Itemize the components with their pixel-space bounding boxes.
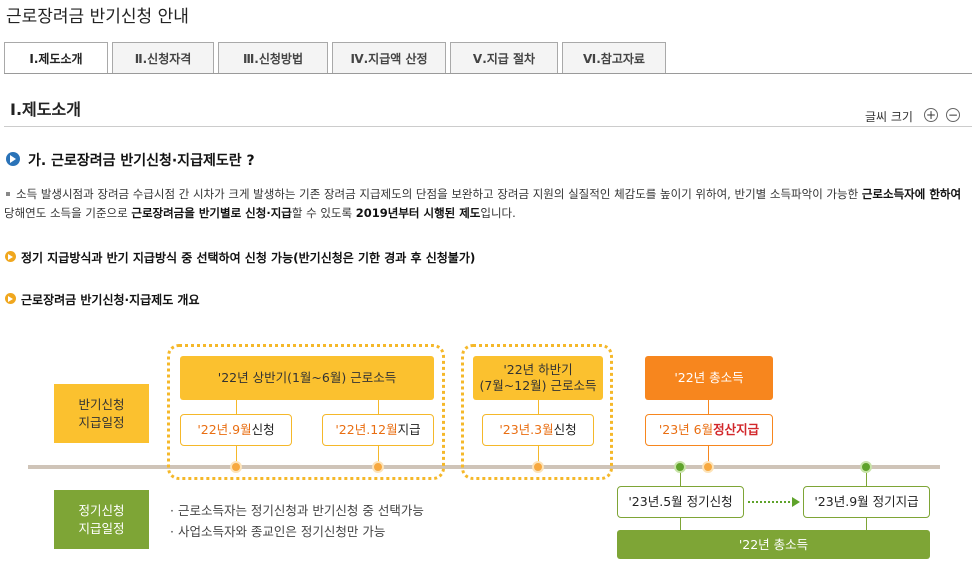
half-label-line: 지급일정: [78, 414, 125, 430]
reg-pay-point: [860, 461, 872, 473]
settle-point: [702, 461, 714, 473]
h1-pay-date: '22년.12월: [335, 422, 398, 437]
question-title: 가. 근로장려금 반기신청·지급제도란 ?: [28, 153, 255, 169]
para-bold: 근로소득자에 한하여: [861, 187, 962, 201]
h2-income-line: (7월~12월) 근로소득: [479, 378, 597, 393]
h1-apply-date: '22년.9월: [197, 422, 252, 437]
arrow-circle-icon: [6, 152, 20, 166]
reg-income-box: '22년 총소득: [617, 530, 930, 559]
font-increase-button[interactable]: +: [924, 108, 938, 122]
para-text: 당해연도 소득을 기준으로: [4, 206, 132, 220]
arrow-line: [748, 501, 794, 503]
para-text: 입니다.: [480, 206, 516, 220]
half-label-line: 반기신청: [78, 396, 125, 412]
h1-apply-point: [230, 461, 242, 473]
font-size-label: 글씨 크기: [865, 110, 913, 124]
tab-reference[interactable]: Ⅵ.참고자료: [562, 42, 666, 73]
page-title: 근로장려금 반기신청 안내: [6, 7, 189, 27]
para-bold: 근로장려금을 반기별로 신청·지급: [131, 206, 292, 220]
note-line: · 근로소득자는 정기신청과 반기신청 중 선택가능: [170, 503, 424, 518]
orange-arrow-icon: [5, 251, 16, 262]
font-decrease-button[interactable]: −: [946, 108, 960, 122]
total-income-box: '22년 총소득: [645, 356, 773, 400]
tab-intro[interactable]: Ⅰ.제도소개: [4, 42, 108, 74]
settle-box: '23년 6월 정산지급: [645, 414, 773, 446]
regular-label-line: 정기신청: [78, 502, 125, 518]
h1-apply-text: 신청: [251, 422, 275, 437]
section-divider: [4, 126, 972, 127]
reg-apply-box: '23년.5월 정기신청: [617, 486, 744, 518]
bullet-overview: 근로장려금 반기신청·지급제도 개요: [21, 293, 200, 307]
h2-income-line: '22년 하반기: [503, 362, 573, 377]
reg-pay-box: '23년.9월 정기지급: [803, 486, 930, 518]
orange-arrow-icon: [5, 293, 16, 304]
note-line: · 사업소득자와 종교인은 정기신청만 가능: [170, 524, 386, 539]
tab-amount[interactable]: Ⅳ.지급액 산정: [332, 42, 446, 73]
settle-text: 정산지급: [713, 422, 760, 437]
regular-schedule-label: 정기신청 지급일정: [54, 490, 149, 549]
intro-paragraph: 소득 발생시점과 장려금 수급시점 간 시차가 크게 발생하는 기존 장려금 지…: [4, 185, 964, 223]
tab-method[interactable]: Ⅲ.신청방법: [218, 42, 328, 73]
h1-pay-point: [372, 461, 384, 473]
h2-apply-date: '23년.3월: [499, 422, 554, 437]
tabs-divider: [4, 73, 972, 74]
para-text: 소득 발생시점과 장려금 수급시점 간 시차가 크게 발생하는 기존 장려금 지…: [16, 187, 862, 201]
reg-apply-point: [674, 461, 686, 473]
arrow-right-icon: [792, 497, 800, 507]
para-bold: 2019년부터 시행된 제도: [355, 206, 481, 220]
schedule-diagram: 반기신청 지급일정 정기신청 지급일정 '22년 상반기(1월~6월) 근로소득…: [0, 330, 976, 576]
settle-date: '23년 6월: [658, 422, 714, 437]
h2-apply-text: 신청: [553, 422, 577, 437]
tab-eligibility[interactable]: Ⅱ.신청자격: [112, 42, 214, 73]
h1-pay-text: 지급: [397, 422, 421, 437]
h2-apply-point: [532, 461, 544, 473]
h1-apply-box: '22년.9월 신청: [180, 414, 292, 446]
h1-pay-box: '22년.12월 지급: [322, 414, 434, 446]
half-schedule-label: 반기신청 지급일정: [54, 384, 149, 443]
para-text: 할 수 있도록: [291, 206, 356, 220]
h2-income-box: '22년 하반기 (7월~12월) 근로소득: [473, 356, 603, 400]
section-title: Ⅰ.제도소개: [10, 100, 81, 119]
square-bullet-icon: [6, 191, 10, 196]
tab-procedure[interactable]: Ⅴ.지급 절차: [450, 42, 558, 73]
h1-income-box: '22년 상반기(1월~6월) 근로소득: [180, 356, 434, 400]
h2-apply-box: '23년.3월 신청: [482, 414, 594, 446]
regular-label-line: 지급일정: [78, 520, 125, 536]
bullet-choice: 정기 지급방식과 반기 지급방식 중 선택하여 신청 가능(반기신청은 기한 경…: [21, 251, 476, 265]
